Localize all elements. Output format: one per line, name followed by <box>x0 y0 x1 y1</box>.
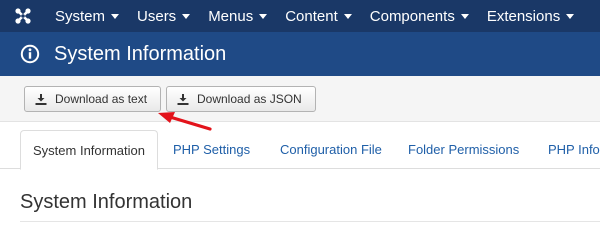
menu-label: Components <box>369 7 455 25</box>
menu-label: Extensions <box>486 7 561 25</box>
caret-down-icon <box>566 13 575 19</box>
tab-php-settings[interactable]: PHP Settings <box>173 130 250 169</box>
menu-users[interactable]: Users <box>128 0 199 32</box>
tab-configuration-file[interactable]: Configuration File <box>280 130 382 169</box>
tab-folder-permissions[interactable]: Folder Permissions <box>408 130 519 169</box>
joomla-logo-icon[interactable] <box>0 0 46 32</box>
divider <box>20 221 600 222</box>
menu-label: System <box>55 7 106 25</box>
page-header: System Information <box>0 32 600 76</box>
button-label: Download as text <box>55 92 148 106</box>
caret-down-icon <box>259 13 268 19</box>
menu-components[interactable]: Components <box>361 0 478 32</box>
toolbar: Download as text Download as JSON <box>0 76 600 122</box>
menu-label: Users <box>137 7 177 25</box>
caret-down-icon <box>343 13 352 19</box>
top-navbar: System Users Menus Content Components Ex… <box>0 0 600 32</box>
page-title: System Information <box>54 42 227 65</box>
menu-extensions[interactable]: Extensions <box>478 0 583 32</box>
menu-menus[interactable]: Menus <box>199 0 276 32</box>
menu-label: Content <box>285 7 338 25</box>
download-as-text-button[interactable]: Download as text <box>24 86 161 112</box>
menu-content[interactable]: Content <box>276 0 361 32</box>
caret-down-icon <box>460 13 469 19</box>
caret-down-icon <box>182 13 191 19</box>
button-label: Download as JSON <box>197 92 302 106</box>
caret-down-icon <box>111 13 120 19</box>
info-icon <box>20 44 40 64</box>
menu-label: Menus <box>208 7 254 25</box>
tab-system-information[interactable]: System Information <box>20 130 158 170</box>
download-icon <box>35 93 47 105</box>
page: System Users Menus Content Components Ex… <box>0 0 600 240</box>
tab-php-info[interactable]: PHP Info <box>548 130 600 169</box>
tab-bar: System Information PHP Settings Configur… <box>0 130 600 170</box>
download-icon <box>177 93 189 105</box>
menu-system[interactable]: System <box>46 0 128 32</box>
section-title: System Information <box>20 191 193 213</box>
